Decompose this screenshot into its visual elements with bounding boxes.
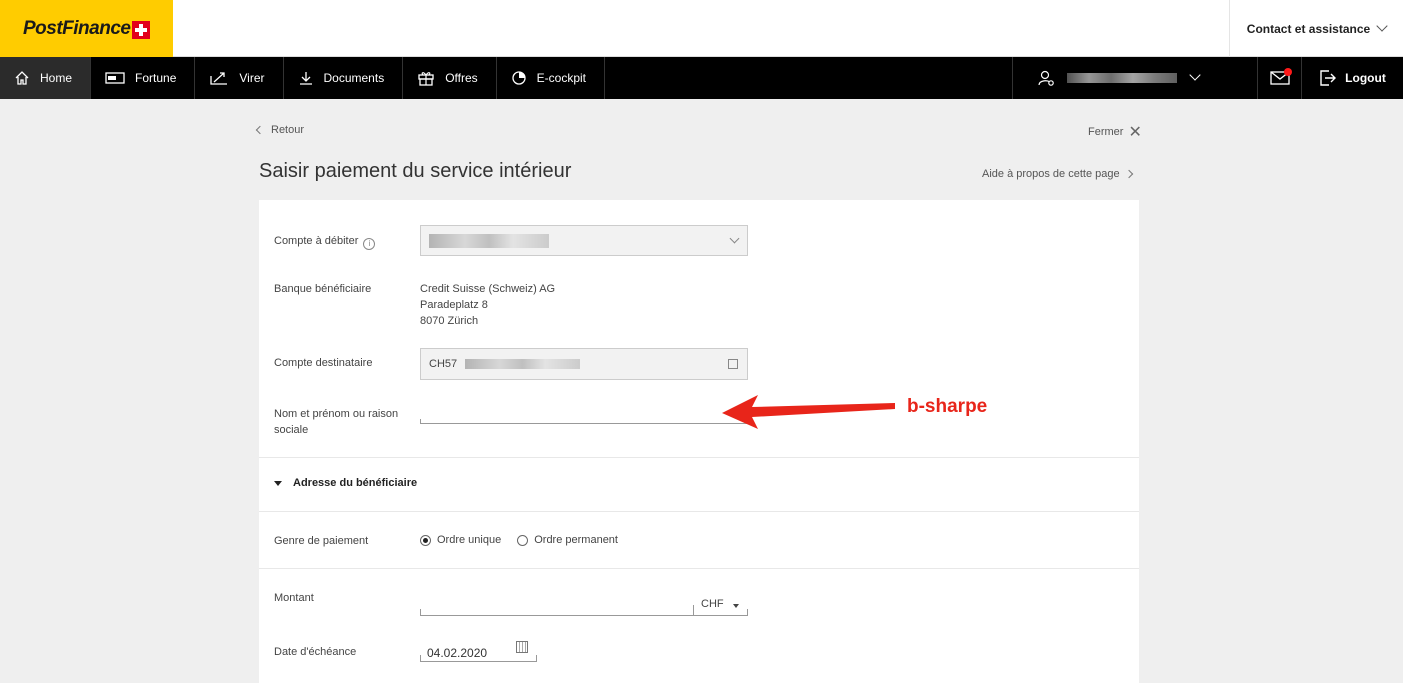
unread-indicator	[1284, 68, 1292, 76]
home-icon	[15, 71, 29, 85]
logout-icon	[1320, 70, 1337, 86]
calendar-icon[interactable]	[516, 641, 528, 653]
radio-ordre-unique[interactable]	[420, 534, 431, 546]
beneficiary-bank-label: Banque bénéficiaire	[274, 283, 372, 295]
chevron-down-icon	[1376, 19, 1388, 32]
logout-label: Logout	[1345, 71, 1386, 85]
close-link[interactable]: Fermer ✕	[1088, 123, 1142, 141]
nav-label: Offres	[445, 71, 478, 85]
amount-input[interactable]: CHF	[420, 594, 748, 616]
payment-form: Compte à débiter i Banque bénéficiaire Cr…	[259, 200, 1139, 683]
help-link[interactable]: Aide à propos de cette page	[982, 168, 1133, 180]
chevron-down-icon	[729, 233, 740, 244]
due-date-value: 04.02.2020	[427, 646, 488, 660]
nav-item-home[interactable]: Home	[0, 57, 92, 99]
download-icon	[299, 72, 312, 85]
back-label: Retour	[271, 124, 305, 136]
nav-item-offres[interactable]: Offres	[403, 57, 497, 99]
redacted-user-name	[1067, 73, 1177, 83]
divider	[259, 568, 1139, 569]
user-menu[interactable]	[1012, 57, 1257, 99]
annotation-label: b-sharpe	[907, 396, 988, 417]
destination-account-field[interactable]: CH57	[420, 348, 748, 380]
user-settings-icon	[1038, 70, 1054, 86]
pie-chart-icon	[512, 71, 526, 85]
debit-account-label-text: Compte à débiter	[274, 235, 359, 247]
nav-label: Virer	[239, 71, 265, 85]
logo-text: PostFinance	[23, 17, 131, 39]
iban-prefix: CH57	[429, 358, 458, 370]
radio-label: Ordre permanent	[534, 534, 618, 546]
nav-label: E-cockpit	[536, 71, 587, 85]
postfinance-logo[interactable]: PostFinance	[0, 0, 173, 57]
contact-assistance-button[interactable]: Contact et assistance	[1229, 0, 1403, 57]
chevron-down-icon	[1189, 69, 1201, 81]
radio-label: Ordre unique	[437, 534, 502, 546]
debit-account-select[interactable]	[420, 225, 748, 256]
chf-card-icon	[105, 72, 125, 84]
nav-label: Home	[40, 71, 73, 85]
help-label: Aide à propos de cette page	[982, 168, 1120, 180]
destination-account-label: Compte destinataire	[274, 357, 373, 369]
back-link[interactable]: Retour	[255, 124, 305, 136]
due-date-input[interactable]: 04.02.2020	[420, 641, 537, 662]
close-icon: ✕	[1128, 123, 1142, 141]
chevron-left-icon	[255, 125, 265, 135]
nav-item-virer[interactable]: Virer	[195, 57, 284, 99]
payment-type-radios: Ordre unique Ordre permanent	[420, 534, 634, 546]
currency-divider	[693, 605, 694, 615]
caret-down-icon	[274, 480, 282, 486]
nav-item-fortune[interactable]: Fortune	[91, 57, 196, 99]
name-input[interactable]	[420, 400, 748, 424]
bank-name: Credit Suisse (Schweiz) AG	[420, 283, 556, 295]
top-bar: PostFinance Contact et assistance	[0, 0, 1403, 57]
bank-street: Paradeplatz 8	[420, 299, 488, 311]
bank-city: 8070 Zürich	[420, 315, 479, 327]
transfer-icon	[210, 72, 228, 85]
redacted-iban	[465, 359, 581, 369]
caret-down-icon	[733, 604, 739, 608]
beneficiary-bank-address: Credit Suisse (Schweiz) AG Paradeplatz 8…	[420, 281, 555, 329]
divider	[259, 457, 1139, 458]
nav-item-ecockpit[interactable]: E-cockpit	[497, 57, 606, 99]
close-label: Fermer	[1088, 126, 1124, 138]
contact-label: Contact et assistance	[1246, 21, 1371, 36]
currency-select[interactable]: CHF	[701, 598, 724, 610]
info-icon[interactable]: i	[363, 238, 376, 250]
due-date-label: Date d'échéance	[274, 646, 357, 658]
address-section-label: Adresse du bénéficiaire	[293, 477, 418, 489]
gift-icon	[418, 72, 434, 86]
nav-label: Fortune	[135, 71, 177, 85]
messages-button[interactable]	[1257, 57, 1301, 99]
chevron-right-icon	[1124, 169, 1133, 179]
logout-button[interactable]: Logout	[1301, 57, 1403, 99]
page-title: Saisir paiement du service intérieur	[259, 160, 572, 182]
edit-icon[interactable]	[728, 359, 738, 369]
name-label: Nom et prénom ou raison sociale	[274, 408, 399, 436]
nav-label: Documents	[323, 71, 385, 85]
debit-account-label: Compte à débiter i	[274, 233, 376, 250]
nav-item-documents[interactable]: Documents	[284, 57, 404, 99]
annotation-arrow-icon	[722, 395, 895, 429]
radio-ordre-permanent[interactable]	[517, 534, 529, 546]
amount-label: Montant	[274, 592, 314, 604]
swiss-cross-icon	[132, 20, 151, 39]
address-section-toggle[interactable]: Adresse du bénéficiaire	[274, 477, 417, 489]
payment-type-label: Genre de paiement	[274, 535, 369, 547]
nav-right: Logout	[1012, 57, 1403, 99]
divider	[259, 511, 1139, 512]
redacted-account	[429, 234, 549, 248]
main-nav: Home Fortune Virer Documents Offres E-co…	[0, 57, 1403, 99]
